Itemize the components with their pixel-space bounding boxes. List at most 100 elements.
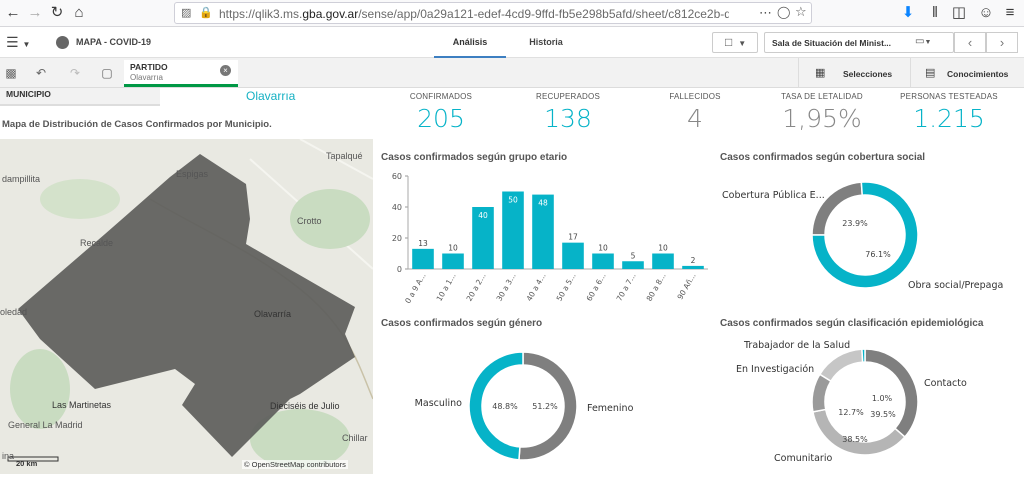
bar-value-label: 10: [658, 244, 668, 253]
slice-category-label: Trabajador de la Salud: [743, 340, 850, 351]
x-tick-label: 30 a 3...: [495, 272, 518, 303]
clear-selections-icon[interactable]: ▢: [98, 64, 116, 82]
age-bar[interactable]: [622, 261, 644, 269]
class-slice[interactable]: [861, 348, 866, 363]
y-tick-label: 40: [392, 203, 402, 212]
map-place-label: Olavarría: [254, 309, 292, 319]
bookmark-button[interactable]: □ ▼: [712, 32, 758, 53]
x-tick-label: 10 a 1...: [435, 272, 458, 303]
kpi-value-confirmados: 205: [417, 104, 465, 133]
bar-value-label: 5: [631, 251, 636, 260]
map-place-label: ina: [2, 451, 15, 461]
selection-value: Olavarrıa: [130, 73, 163, 82]
step-forward-icon[interactable]: ↷: [66, 64, 84, 82]
step-back-icon[interactable]: ↶: [32, 64, 50, 82]
more-icon[interactable]: ⋯: [759, 5, 772, 21]
map-scale: 20 km: [16, 459, 38, 468]
sheet-selector[interactable]: Sala de Situación del Minist... ▭▼: [764, 32, 954, 53]
age-bar[interactable]: [592, 253, 614, 270]
map-title: Mapa de Distribución de Casos Confirmado…: [2, 119, 272, 130]
map-place-label: Chillar: [342, 433, 368, 443]
coverage-donut-chart[interactable]: 23.9% 76.1% Cobertura Pública E... Obra soc…: [720, 168, 1020, 308]
insights-button[interactable]: ▤ Conocimientos: [910, 58, 1024, 88]
bar-value-label: 40: [478, 211, 488, 220]
app-icon: [56, 36, 69, 49]
age-chart-title: Casos confirmados según grupo etario: [381, 152, 568, 163]
slice-value-label: 39.5%: [870, 410, 896, 419]
lock-icon: 🔒: [199, 7, 213, 19]
tab-analisis[interactable]: Análisis: [434, 28, 506, 58]
map-place-label: Espigas: [176, 169, 209, 179]
kpi-value-letalidad: 1,95%: [782, 104, 862, 133]
next-sheet-button[interactable]: ›: [986, 32, 1018, 53]
classification-donut-chart[interactable]: 1.0% 39.5% 12.7% 38.5% Contacto Comunitario En…: [720, 334, 1020, 484]
selection-chip[interactable]: PARTIDO Olavarrıa ×: [124, 60, 238, 87]
kpi-value-testeadas: 1.215: [913, 104, 985, 133]
previous-sheet-button[interactable]: ‹: [954, 32, 986, 53]
clear-selection-icon[interactable]: ×: [220, 65, 231, 76]
nav-menu-button[interactable]: ☰ ▼: [6, 34, 44, 52]
gender-chart-title: Casos confirmados según género: [381, 318, 543, 329]
bar-value-label: 50: [508, 196, 518, 205]
municipio-filter[interactable]: MUNICIPIO: [0, 88, 160, 106]
tab-historia[interactable]: Historia: [514, 28, 578, 58]
slice-category-label: Obra social/Prepaga: [908, 280, 1003, 291]
slice-value-label: 76.1%: [865, 250, 891, 259]
browser-toolbar: ← → ↻ ⌂ ▨ 🔒 https://qlik3.ms.gba.gov.ar/…: [0, 0, 1024, 27]
kpi-label-letalidad: TASA DE LETALIDAD: [781, 92, 863, 101]
gender-donut-chart[interactable]: 48.8% 51.2% Masculino Femenino: [380, 334, 710, 484]
age-bar[interactable]: [652, 253, 674, 270]
app-header: ☰ ▼ MAPA - COVID-19 Análisis Historia □ ▼…: [0, 28, 1024, 58]
bookmark-star-icon[interactable]: ☆: [795, 4, 807, 20]
slice-category-label: Comunitario: [774, 453, 832, 464]
slice-category-label: Masculino: [415, 398, 463, 409]
map-attribution[interactable]: © OpenStreetMap contributors: [242, 460, 348, 469]
x-tick-label: 90 Añ...: [675, 272, 697, 302]
bar-value-label: 17: [568, 233, 578, 242]
selection-field: PARTIDO: [130, 62, 168, 72]
class-slice[interactable]: [864, 348, 919, 439]
x-tick-label: 80 a 8...: [645, 272, 668, 303]
age-bar[interactable]: [412, 248, 434, 269]
sheet-name: Sala de Situación del Minist...: [772, 38, 892, 48]
url-bar[interactable]: ▨ 🔒 https://qlik3.ms.gba.gov.ar/sense/ap…: [174, 2, 812, 24]
pocket-icon[interactable]: ◯: [777, 5, 790, 19]
smart-search-icon[interactable]: ▩: [2, 64, 20, 82]
slice-value-label: 23.9%: [842, 219, 868, 228]
download-icon[interactable]: ⬇: [897, 3, 919, 23]
home-icon[interactable]: ⌂: [68, 3, 90, 23]
map-area[interactable]: Tapalqué dampillita Espigas Crotto Recal…: [0, 139, 373, 474]
kpi-value-recuperados: 138: [544, 104, 592, 133]
map-place-label: General La Madrid: [8, 420, 83, 430]
slice-value-label: 1.0%: [872, 394, 893, 403]
menu-icon[interactable]: ≡: [999, 3, 1021, 23]
sidebar-icon[interactable]: ◫: [948, 3, 970, 23]
url-text: https://qlik3.ms.gba.gov.ar/sense/app/0a…: [219, 7, 729, 21]
back-icon[interactable]: ←: [2, 3, 24, 23]
age-bar-chart[interactable]: 0 20 40 60 13 0 a 9 A... 10 10 a 1... 40 20 a 2..…: [378, 168, 714, 304]
forward-icon[interactable]: →: [24, 3, 46, 23]
library-icon[interactable]: ‖: [924, 3, 946, 23]
kpi-label-testeadas: PERSONAS TESTEADAS: [900, 92, 998, 101]
slice-category-label: Contacto: [924, 378, 967, 389]
y-tick-label: 0: [397, 265, 402, 274]
app-title: MAPA - COVID-19: [76, 37, 152, 47]
map-place-label: Recalde: [80, 238, 114, 248]
selections-icon: ▦: [815, 67, 826, 79]
kpi-value-fallecidos: 4: [687, 104, 703, 133]
x-tick-label: 0 a 9 A...: [403, 272, 428, 305]
age-bar[interactable]: [562, 242, 584, 269]
shield-icon: ▨: [181, 7, 192, 19]
insights-label: Conocimientos: [947, 69, 1009, 79]
account-icon[interactable]: ☺: [975, 3, 997, 23]
bar-value-label: 13: [418, 239, 428, 248]
insights-icon: ▤: [925, 67, 936, 79]
bar-value-label: 2: [691, 256, 696, 265]
reload-icon[interactable]: ↻: [46, 3, 68, 23]
age-bar[interactable]: [442, 253, 464, 270]
x-tick-label: 50 a 5...: [555, 272, 578, 303]
selections-button[interactable]: ▦ Selecciones: [798, 58, 910, 88]
age-bar[interactable]: [682, 265, 704, 269]
coverage-chart-title: Casos confirmados según cobertura social: [720, 152, 926, 163]
class-slice[interactable]: [818, 348, 864, 383]
